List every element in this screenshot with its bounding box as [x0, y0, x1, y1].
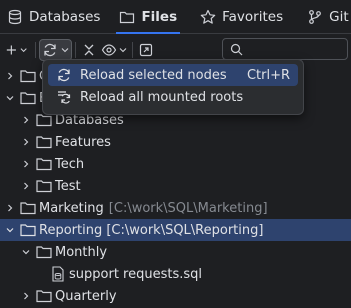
menu-item-reload-all[interactable]: Reload all mounted roots: [48, 86, 298, 108]
tree-item-label: Quarterly: [55, 288, 117, 304]
toolbar-divider: [75, 41, 76, 58]
toolbar-divider: [35, 41, 36, 58]
chevron-right-icon[interactable]: [4, 197, 16, 219]
collapse-all-button[interactable]: [79, 39, 99, 61]
folder-icon: [120, 11, 135, 23]
menu-item-shortcut: Ctrl+R: [246, 67, 290, 83]
tab-favorites[interactable]: Favorites: [193, 0, 290, 33]
tab-files[interactable]: Files: [112, 0, 184, 34]
search-field[interactable]: [222, 38, 348, 60]
chevron-right-icon[interactable]: [20, 285, 32, 307]
reload-all-icon: [56, 89, 72, 105]
star-icon: [200, 9, 216, 24]
tool-window-tabs: Databases Files Favorites Git: [0, 0, 351, 34]
tree-row-test[interactable]: Test: [0, 175, 351, 197]
chevron-right-icon[interactable]: [20, 175, 32, 197]
folder-icon: [36, 241, 52, 263]
tree-row-marketing[interactable]: Marketing [C:\work\SQL\Marketing]: [0, 197, 351, 219]
view-options-button[interactable]: [99, 39, 129, 61]
database-icon: [8, 9, 22, 24]
tree-item-label: Features: [55, 134, 111, 150]
open-in-new-icon: [139, 43, 153, 56]
chevron-right-icon[interactable]: [20, 109, 32, 131]
tree-item-path: [C:\work\SQL\Marketing]: [108, 200, 268, 216]
tree-item-label: Test: [55, 178, 81, 194]
tab-label: Files: [141, 8, 178, 25]
tree-row-quarterly[interactable]: Quarterly: [0, 285, 351, 307]
chevron-down-icon[interactable]: [20, 241, 32, 263]
eye-icon: [101, 43, 117, 56]
chevron-right-icon[interactable]: [20, 153, 32, 175]
add-button[interactable]: [5, 39, 27, 61]
chevron-down-icon[interactable]: [4, 219, 16, 241]
tab-databases[interactable]: Databases: [0, 0, 107, 33]
chevron-down-icon: [61, 47, 69, 52]
open-in-button[interactable]: [136, 39, 156, 61]
chevron-down-icon[interactable]: [4, 87, 16, 109]
tree-row-reporting[interactable]: Reporting [C:\work\SQL\Reporting]: [0, 219, 351, 241]
menu-item-label: Reload all mounted roots: [80, 89, 244, 105]
tree-row-features[interactable]: Features: [0, 131, 351, 153]
reload-dropdown-menu: Reload selected nodes Ctrl+R Reload all …: [42, 59, 304, 115]
reload-icon: [44, 43, 56, 56]
tab-git[interactable]: Git: [300, 0, 351, 33]
tree-row-sql-file[interactable]: support requests.sql: [0, 263, 351, 285]
chevron-down-icon: [20, 47, 27, 52]
chevron-down-icon: [119, 47, 127, 52]
tree-item-label: Monthly: [55, 244, 108, 260]
tree-row-tech[interactable]: Tech: [0, 153, 351, 175]
menu-item-reload-selected[interactable]: Reload selected nodes Ctrl+R: [48, 64, 298, 86]
git-branch-icon: [309, 9, 322, 24]
search-icon: [230, 43, 243, 55]
menu-item-label: Reload selected nodes: [80, 67, 227, 83]
toolbar-divider: [132, 41, 133, 58]
add-icon: [6, 44, 16, 55]
folder-icon: [36, 131, 52, 153]
folder-icon: [20, 197, 36, 219]
chevron-right-icon[interactable]: [20, 131, 32, 153]
folder-icon: [36, 175, 52, 197]
folder-icon: [20, 87, 36, 109]
sql-file-icon: [50, 263, 66, 285]
folder-icon: [20, 219, 36, 241]
tab-label: Git: [329, 8, 349, 25]
tree-item-label: Reporting [C:\work\SQL\Reporting]: [39, 222, 264, 238]
tree-item-label: Tech: [55, 156, 85, 172]
folder-icon: [36, 153, 52, 175]
reload-icon: [56, 67, 72, 83]
reload-button[interactable]: [39, 38, 72, 61]
folder-icon: [36, 285, 52, 307]
chevron-right-icon[interactable]: [4, 65, 16, 87]
tree-item-label: Marketing: [39, 200, 104, 216]
tab-label: Databases: [29, 8, 101, 25]
collapse-icon: [84, 44, 94, 55]
folder-icon: [20, 65, 36, 87]
tab-label: Favorites: [222, 8, 284, 25]
tree-row-monthly[interactable]: Monthly: [0, 241, 351, 263]
tree-item-label: support requests.sql: [69, 266, 203, 282]
